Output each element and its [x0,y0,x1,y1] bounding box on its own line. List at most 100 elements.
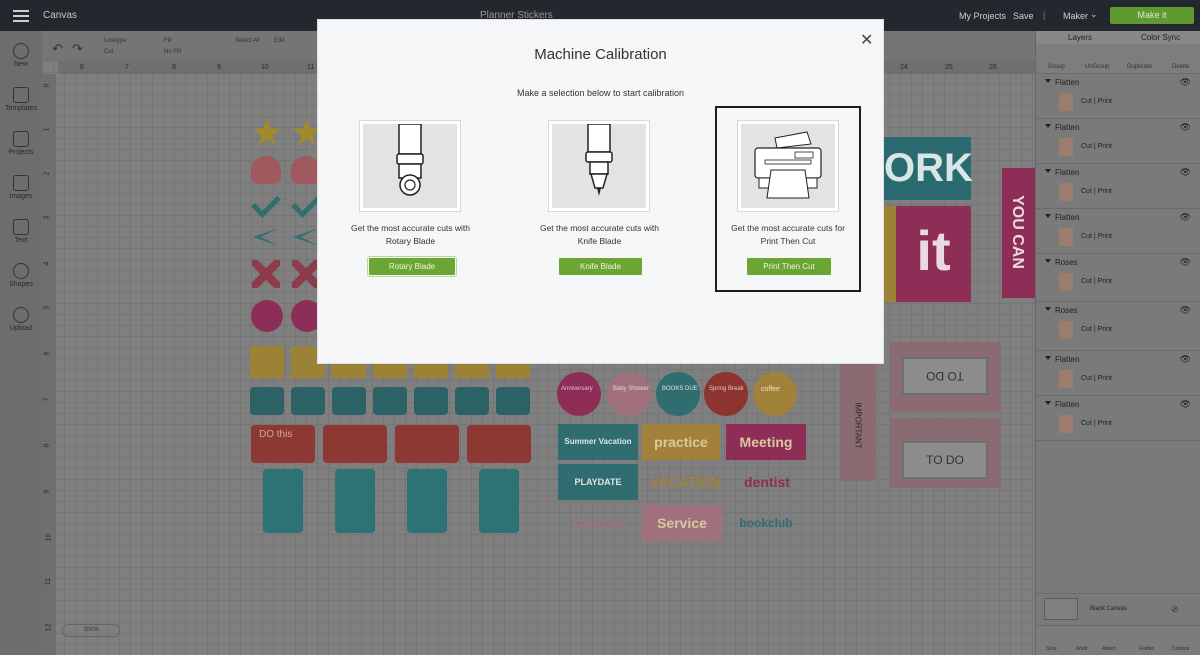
eye-icon[interactable]: 👁 [1180,257,1191,268]
summer-vacation-sticker[interactable]: Summer Vacation [558,424,638,460]
chevron-down-icon[interactable] [1045,124,1051,128]
eye-icon[interactable]: 👁 [1180,399,1191,410]
do-this-tag-sticker[interactable] [407,469,447,533]
dentist-sticker[interactable]: dentist [728,464,806,500]
make-it-button[interactable]: Make it [1110,7,1194,24]
gift-sticker[interactable] [414,362,448,378]
redo-icon[interactable]: ↷ [72,41,83,57]
contour-button[interactable]: Contour [1172,646,1190,652]
rail-upload[interactable]: Upload [0,307,42,332]
layer-item[interactable]: Flatten Cut | Print 👁 [1036,119,1200,164]
chevron-down-icon[interactable] [1045,307,1051,311]
print-then-cut-option[interactable]: Get the most accurate cuts for Print The… [715,106,861,292]
canvas-swatch[interactable] [1044,598,1078,620]
do-this-sticker[interactable]: DO this [251,425,315,463]
chevron-down-icon[interactable] [1045,79,1051,83]
playdate-sticker[interactable]: PLAYDATE [558,464,638,500]
eye-icon[interactable]: 👁 [1180,212,1191,223]
layer-item[interactable]: Flatten Cut | Print 👁 [1036,209,1200,254]
weld-button[interactable]: Weld [1076,646,1087,652]
gift-sticker[interactable] [250,346,284,378]
anniversary-sticker[interactable]: Anniversary [557,372,601,416]
tab-layers[interactable]: Layers [1068,33,1092,42]
layer-item[interactable]: Flatten Cut | Print 👁 [1036,396,1200,441]
attach-button[interactable]: Attach [1102,646,1116,652]
rail-templates[interactable]: Templates [0,87,42,112]
slice-button[interactable]: Slice [1046,646,1057,652]
eye-icon[interactable]: 👁 [1180,122,1191,133]
undo-icon[interactable]: ↶ [52,41,63,57]
phone-sticker[interactable] [373,387,407,415]
eye-icon[interactable]: 👁 [1180,167,1191,178]
layer-item[interactable]: Flatten Cut | Print 👁 [1036,164,1200,209]
chevron-down-icon[interactable] [1045,259,1051,263]
spring-break-sticker[interactable]: Spring Break [704,372,748,416]
eye-off-icon[interactable]: ⊘ [1171,604,1179,615]
close-icon[interactable]: ✕ [860,30,873,50]
zoom-control[interactable]: 100% [62,624,120,637]
do-this-tag-sticker[interactable] [479,469,519,533]
edit-label[interactable]: Edit [274,38,284,44]
save-link[interactable]: Save [1013,11,1034,21]
chevron-down-icon[interactable] [1045,356,1051,360]
tab-color-sync[interactable]: Color Sync [1141,33,1180,42]
fill-select[interactable]: No Fill [164,49,181,55]
chevron-down-icon[interactable] [1045,401,1051,405]
layer-item[interactable]: Roses Cut | Print 👁 [1036,302,1200,351]
eye-icon[interactable]: 👁 [1180,354,1191,365]
todo-card[interactable]: TO DO [890,342,1001,412]
do-this-sticker[interactable] [395,425,459,463]
eye-icon[interactable]: 👁 [1180,305,1191,316]
coffee-sticker[interactable]: coffee [753,372,797,416]
rotary-blade-button[interactable]: Rotary Blade [367,256,457,277]
knife-blade-option[interactable]: Get the most accurate cuts with Knife Bl… [507,108,693,290]
phone-sticker[interactable] [496,387,530,415]
chevron-down-icon[interactable] [1045,214,1051,218]
chevron-down-icon[interactable]: ⌄ [1090,9,1098,20]
baby-shower-sticker[interactable]: Baby Shower [607,372,651,416]
it-sticker[interactable]: it [896,206,971,302]
gift-sticker[interactable] [332,362,366,378]
linetype-select[interactable]: Cut [104,49,113,55]
phone-sticker[interactable] [250,387,284,415]
ork-sticker[interactable]: ORK [884,137,973,200]
rail-new[interactable]: New [0,43,42,68]
blank-canvas-row[interactable]: Blank Canvas ⊘ [1036,593,1200,625]
flatten-button[interactable]: Flatten [1139,646,1154,652]
group-button[interactable]: Group [1048,64,1065,70]
gift-sticker[interactable] [373,362,407,378]
ungroup-button[interactable]: UnGroup [1085,64,1109,70]
gift-sticker[interactable] [455,362,489,378]
layer-item[interactable]: Flatten Cut | Print 👁 [1036,351,1200,396]
rail-images[interactable]: Images [0,175,42,200]
vacation-sticker[interactable]: VACATION [650,464,721,500]
do-this-sticker[interactable] [467,425,531,463]
x-sticker[interactable] [252,260,280,288]
layer-item[interactable]: Roses Cut | Print 👁 [1036,254,1200,302]
phone-sticker[interactable] [455,387,489,415]
phone-sticker[interactable] [291,387,325,415]
concert-sticker[interactable]: Concert [562,505,638,541]
books-due-sticker[interactable]: BOOKS DUE [656,372,700,416]
important-tag[interactable]: IMPORTANT [840,361,876,481]
you-can-sticker[interactable]: YOU CAN [1002,168,1036,298]
duplicate-button[interactable]: Duplicate [1127,64,1152,70]
practice-sticker[interactable]: practice [642,424,720,460]
menu-icon[interactable] [13,10,29,25]
rail-shapes[interactable]: Shapes [0,263,42,288]
rail-text[interactable]: Text [0,219,42,244]
print-then-cut-button[interactable]: Print Then Cut [747,258,831,275]
my-projects-link[interactable]: My Projects [959,11,1006,21]
do-this-tag-sticker[interactable] [263,469,303,533]
machine-select[interactable]: Maker [1063,11,1088,21]
do-this-sticker[interactable] [323,425,387,463]
select-all-label[interactable]: Select All [235,38,260,44]
rail-projects[interactable]: Projects [0,131,42,156]
rotary-blade-option[interactable]: Get the most accurate cuts with Rotary B… [318,108,504,290]
heart-sticker[interactable] [251,156,281,184]
eye-icon[interactable]: 👁 [1180,77,1191,88]
knife-blade-button[interactable]: Knife Blade [559,258,642,275]
chevron-down-icon[interactable] [1045,169,1051,173]
layer-item[interactable]: Flatten Cut | Print 👁 [1036,74,1200,119]
bookclub-sticker[interactable]: bookclub [730,505,802,541]
